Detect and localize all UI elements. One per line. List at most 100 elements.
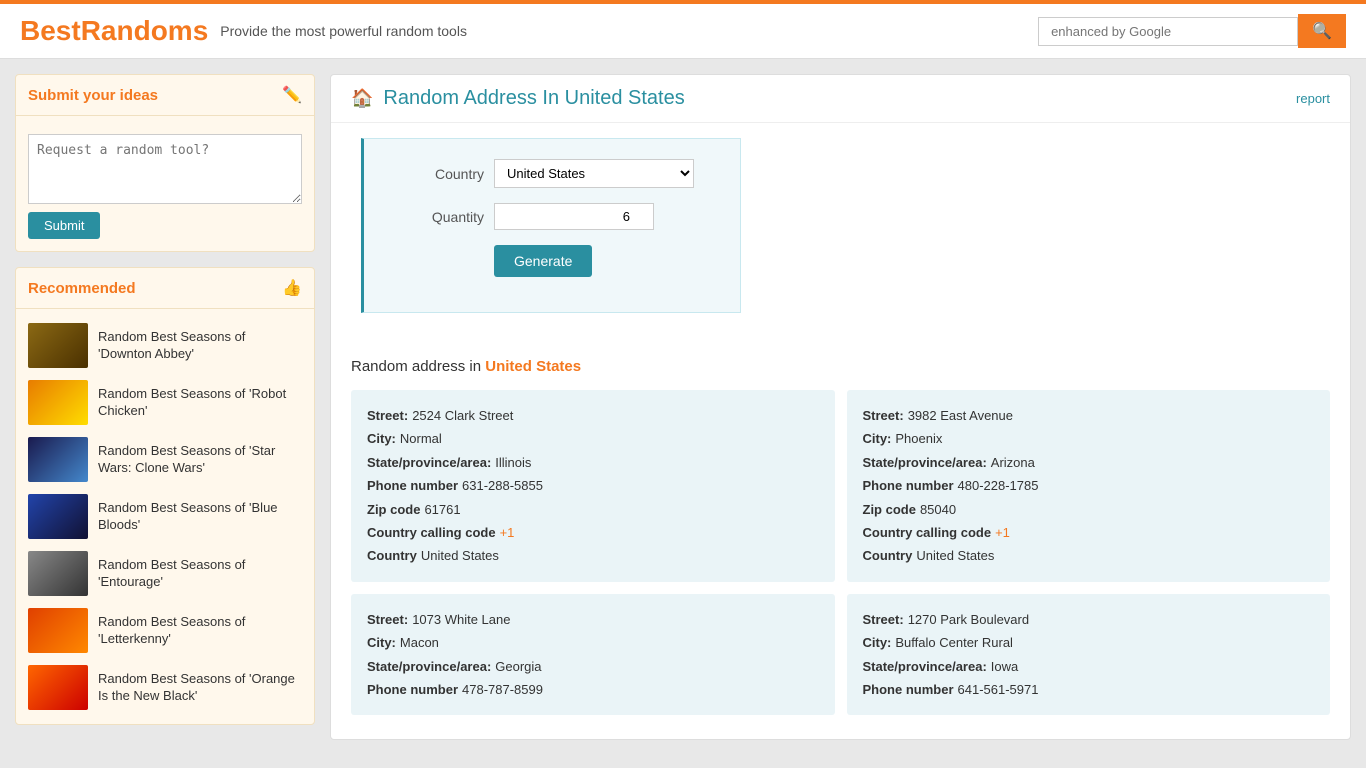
thumbsup-icon: 👍 (282, 278, 302, 298)
city-value: Normal (400, 427, 442, 450)
list-item[interactable]: Random Best Seasons of 'Letterkenny' (16, 602, 314, 659)
street-value: 1073 White Lane (412, 608, 510, 631)
zip-value: 85040 (920, 498, 956, 521)
calling-label: Country calling code (863, 521, 992, 544)
header: BestRandoms Provide the most powerful ra… (0, 4, 1366, 59)
main-layout: Submit your ideas ✏️ Submit Recommended … (0, 59, 1366, 755)
country-label: Country (404, 166, 484, 182)
rec-thumbnail (28, 437, 88, 482)
rec-label: Random Best Seasons of 'Letterkenny' (98, 614, 302, 648)
phone-value: 478-787-8599 (462, 678, 543, 701)
list-item[interactable]: Random Best Seasons of 'Star Wars: Clone… (16, 431, 314, 488)
calling-value: +1 (500, 521, 515, 544)
street-label: Street: (367, 404, 408, 427)
ideas-textarea[interactable] (28, 134, 302, 204)
calling-value: +1 (995, 521, 1010, 544)
country-row: Country United States (404, 159, 700, 188)
ideas-form: Submit (16, 116, 314, 251)
zip-value: 61761 (424, 498, 460, 521)
state-value: Arizona (991, 451, 1035, 474)
edit-icon: ✏️ (282, 85, 302, 105)
recommended-header: Recommended 👍 (16, 268, 314, 309)
address-card: Street: 1073 White Lane City: Macon Stat… (351, 594, 835, 716)
addr-country-row: Country United States (367, 544, 819, 567)
street-value: 1270 Park Boulevard (908, 608, 1029, 631)
quantity-row: Quantity (404, 203, 700, 230)
city-value: Phoenix (895, 427, 942, 450)
state-label: State/province/area: (863, 655, 987, 678)
rec-label: Random Best Seasons of 'Downton Abbey' (98, 329, 302, 363)
address-card: Street: 3982 East Avenue City: Phoenix S… (847, 390, 1331, 582)
rec-label: Random Best Seasons of 'Orange Is the Ne… (98, 671, 302, 705)
addr-street-row: Street: 3982 East Avenue (863, 404, 1315, 427)
city-value: Buffalo Center Rural (895, 631, 1013, 654)
addr-phone-row: Phone number 641-561-5971 (863, 678, 1315, 701)
generate-button[interactable]: Generate (494, 245, 592, 277)
city-label: City: (367, 631, 396, 654)
addr-state-row: State/province/area: Illinois (367, 451, 819, 474)
submit-ideas-title: Submit your ideas (28, 87, 158, 104)
state-value: Illinois (495, 451, 531, 474)
city-value: Macon (400, 631, 439, 654)
street-label: Street: (367, 608, 408, 631)
list-item[interactable]: Random Best Seasons of 'Entourage' (16, 545, 314, 602)
page-title-row: 🏠 Random Address In United States (351, 87, 685, 110)
sidebar: Submit your ideas ✏️ Submit Recommended … (15, 74, 315, 740)
controls-panel: Country United States Quantity Generate (361, 138, 741, 313)
report-link[interactable]: report (1296, 91, 1330, 106)
page-title: Random Address In United States (383, 87, 684, 110)
addr-state-row: State/province/area: Iowa (863, 655, 1315, 678)
phone-value: 480-228-1785 (958, 474, 1039, 497)
rec-thumbnail (28, 323, 88, 368)
rec-thumbnail (28, 494, 88, 539)
calling-label: Country calling code (367, 521, 496, 544)
addr-street-row: Street: 1073 White Lane (367, 608, 819, 631)
state-label: State/province/area: (367, 655, 491, 678)
search-button[interactable]: 🔍 (1298, 14, 1346, 48)
rec-label: Random Best Seasons of 'Entourage' (98, 557, 302, 591)
recommended-title: Recommended (28, 280, 136, 297)
zip-label: Zip code (863, 498, 916, 521)
addr-phone-row: Phone number 631-288-5855 (367, 474, 819, 497)
list-item[interactable]: Random Best Seasons of 'Downton Abbey' (16, 317, 314, 374)
phone-value: 631-288-5855 (462, 474, 543, 497)
country-select[interactable]: United States (494, 159, 694, 188)
home-icon: 🏠 (351, 88, 373, 109)
addr-street-row: Street: 1270 Park Boulevard (863, 608, 1315, 631)
city-label: City: (863, 427, 892, 450)
phone-label: Phone number (863, 474, 954, 497)
street-value: 3982 East Avenue (908, 404, 1013, 427)
quantity-input[interactable] (494, 203, 654, 230)
addr-city-row: City: Buffalo Center Rural (863, 631, 1315, 654)
logo[interactable]: BestRandoms (20, 15, 208, 47)
state-label: State/province/area: (863, 451, 987, 474)
addr-phone-row: Phone number 478-787-8599 (367, 678, 819, 701)
country-label: Country (863, 544, 913, 567)
addr-phone-row: Phone number 480-228-1785 (863, 474, 1315, 497)
zip-label: Zip code (367, 498, 420, 521)
search-input[interactable] (1038, 17, 1298, 46)
city-label: City: (367, 427, 396, 450)
country-value: United States (421, 544, 499, 567)
state-value: Georgia (495, 655, 541, 678)
address-card: Street: 1270 Park Boulevard City: Buffal… (847, 594, 1331, 716)
rec-label: Random Best Seasons of 'Blue Bloods' (98, 500, 302, 534)
addr-country-row: Country United States (863, 544, 1315, 567)
list-item[interactable]: Random Best Seasons of 'Robot Chicken' (16, 374, 314, 431)
controls-area: Country United States Quantity Generate (331, 123, 1350, 343)
submit-ideas-header: Submit your ideas ✏️ (16, 75, 314, 116)
street-value: 2524 Clark Street (412, 404, 513, 427)
addr-zip-row: Zip code 85040 (863, 498, 1315, 521)
results-section: Random address in United States Street: … (331, 343, 1350, 730)
results-intro-prefix: Random address in (351, 358, 485, 375)
list-item[interactable]: Random Best Seasons of 'Blue Bloods' (16, 488, 314, 545)
recommended-list: Random Best Seasons of 'Downton Abbey' R… (16, 309, 314, 724)
street-label: Street: (863, 404, 904, 427)
rec-thumbnail (28, 551, 88, 596)
recommended-section: Recommended 👍 Random Best Seasons of 'Do… (15, 267, 315, 725)
header-search: 🔍 (1038, 14, 1346, 48)
submit-button[interactable]: Submit (28, 212, 100, 239)
phone-label: Phone number (367, 474, 458, 497)
addr-city-row: City: Phoenix (863, 427, 1315, 450)
list-item[interactable]: Random Best Seasons of 'Orange Is the Ne… (16, 659, 314, 716)
